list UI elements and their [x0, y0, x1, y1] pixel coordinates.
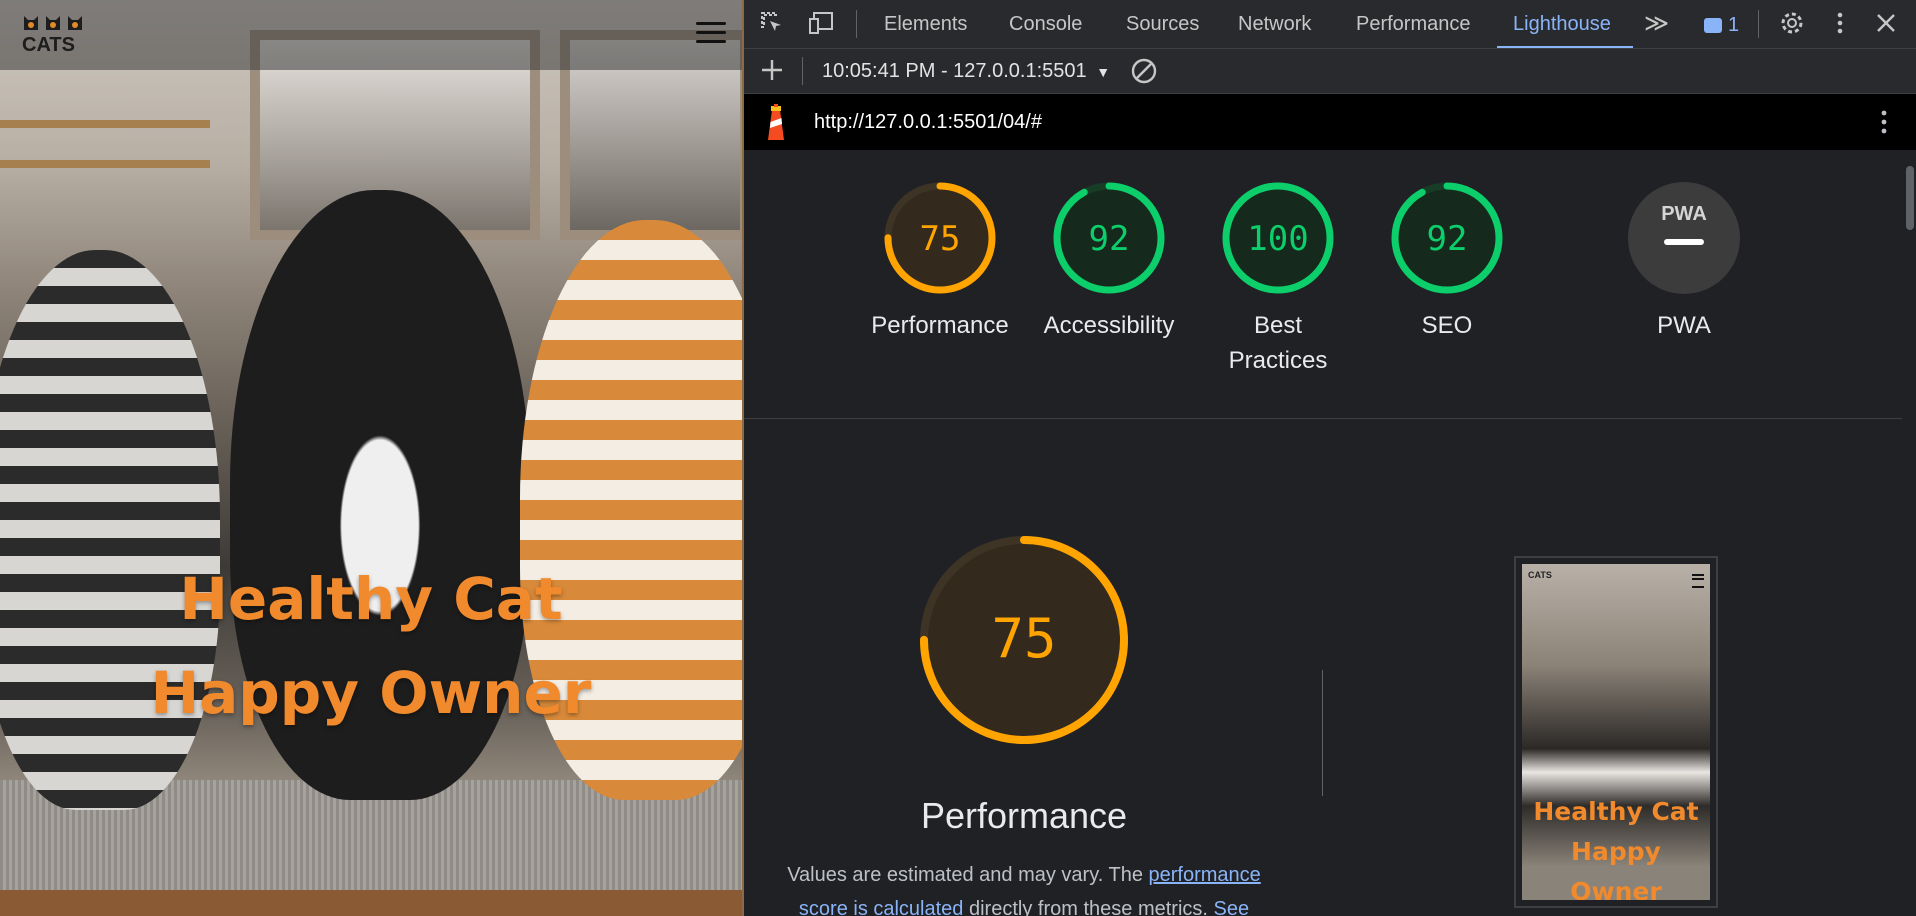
final-screenshot-thumbnail[interactable]: CATS Healthy Cat Happy Owner: [1514, 556, 1718, 908]
issues-counter[interactable]: 1: [1704, 12, 1739, 38]
score-ring: 75: [884, 182, 996, 294]
gauge-label: Accessibility: [1043, 312, 1175, 339]
tab-console[interactable]: Console: [1009, 0, 1082, 48]
close-devtools-icon[interactable]: [1872, 10, 1900, 38]
report-scrollbar[interactable]: [1902, 150, 1916, 916]
hero-line-2: Happy Owner: [150, 659, 592, 727]
gauge-label: Best Practices: [1228, 312, 1328, 374]
inspect-element-icon[interactable]: [758, 10, 786, 38]
lighthouse-logo-icon: [762, 104, 790, 147]
site-header: [0, 0, 742, 70]
thumbnail-image: CATS Healthy Cat Happy Owner: [1522, 564, 1710, 900]
hero-line-1: Healthy Cat: [179, 565, 563, 633]
description-text: directly from these metrics.: [963, 898, 1214, 916]
tab-lighthouse[interactable]: Lighthouse: [1497, 0, 1633, 48]
new-report-plus-icon[interactable]: [758, 57, 786, 85]
thumbnail-logo: CATS: [1528, 570, 1552, 580]
gauge-pwa[interactable]: PWA PWA: [1604, 180, 1764, 343]
score-value: 75: [991, 607, 1056, 670]
report-selector-value: 10:05:41 PM - 127.0.0.1:5501: [822, 60, 1087, 82]
score-ring: 92: [1391, 182, 1503, 294]
tab-performance[interactable]: Performance: [1356, 0, 1471, 48]
toolbar-separator: [1758, 10, 1759, 38]
gauge-seo[interactable]: 92 SEO: [1367, 180, 1527, 343]
hamburger-menu-icon[interactable]: [696, 22, 726, 46]
score-ring: 100: [1222, 182, 1334, 294]
report-selector[interactable]: 10:05:41 PM - 127.0.0.1:5501 ▼: [822, 49, 1110, 93]
report-url-bar: http://127.0.0.1:5501/04/#: [744, 94, 1916, 150]
site-logo-text: CATS: [22, 34, 75, 56]
clear-reports-icon[interactable]: [1130, 57, 1158, 85]
report-url[interactable]: http://127.0.0.1:5501/04/#: [814, 94, 1042, 150]
thumbnail-hamburger-icon: [1692, 574, 1704, 588]
message-icon: [1704, 18, 1722, 34]
gauge-accessibility[interactable]: 92 Accessibility: [1029, 180, 1189, 343]
thumbnail-hero-line-1: Healthy Cat: [1533, 797, 1699, 826]
site-logo[interactable]: CATS: [22, 10, 92, 58]
scrollbar-thumb[interactable]: [1906, 166, 1914, 230]
pwa-badge-icon: PWA: [1628, 182, 1740, 294]
more-tabs-icon[interactable]: ≫: [1644, 0, 1669, 48]
chevron-down-icon: ▼: [1096, 64, 1111, 80]
vertical-divider: [1322, 670, 1323, 796]
devtools-tabbar: Elements Console Sources Network Perform…: [744, 0, 1916, 49]
performance-section-title: Performance: [920, 795, 1128, 836]
background-shelf: [0, 160, 210, 168]
pwa-badge-text: PWA: [1661, 203, 1707, 225]
description-text: Values are estimated and may vary. The: [787, 864, 1149, 886]
tab-network[interactable]: Network: [1238, 0, 1311, 48]
issues-count: 1: [1728, 14, 1740, 36]
hero-heading: Healthy Cat Happy Owner: [0, 552, 742, 740]
score-value: 92: [1089, 219, 1130, 259]
gauge-best-practices[interactable]: 100 Best Practices: [1198, 180, 1358, 378]
floor: [0, 890, 742, 916]
devtools-panel: Elements Console Sources Network Perform…: [742, 0, 1916, 916]
score-value: 75: [920, 219, 961, 259]
score-value: 92: [1427, 219, 1468, 259]
see-link[interactable]: See: [1214, 898, 1250, 916]
background-shelf: [0, 120, 210, 128]
gauge-performance[interactable]: 75 Performance: [860, 180, 1020, 343]
tab-elements[interactable]: Elements: [884, 0, 967, 48]
performance-score-ring: 75: [920, 536, 1128, 744]
more-options-icon[interactable]: [1826, 10, 1854, 38]
thumbnail-hero-line-2: Happy Owner: [1570, 837, 1662, 900]
toolbar-separator: [802, 57, 803, 85]
lighthouse-toolbar: 10:05:41 PM - 127.0.0.1:5501 ▼: [744, 49, 1916, 94]
section-divider: [744, 418, 1902, 419]
tab-sources[interactable]: Sources: [1126, 0, 1199, 48]
score-ring: 92: [1053, 182, 1165, 294]
lighthouse-report: 75 Performance 92 Accessibility 100 Best Pract…: [744, 150, 1902, 916]
cat-heads-icon: [22, 10, 92, 36]
thumbnail-hero: Healthy Cat Happy Owner: [1522, 792, 1710, 900]
settings-gear-icon[interactable]: [1778, 10, 1806, 38]
device-toolbar-icon[interactable]: [808, 10, 836, 38]
toolbar-separator: [856, 10, 857, 38]
score-value: 100: [1247, 219, 1308, 259]
performance-description: Values are estimated and may vary. The p…: [764, 858, 1284, 916]
gauge-label: Performance: [871, 312, 1009, 339]
performance-main-gauge: 75 Performance: [914, 530, 1134, 837]
report-menu-icon[interactable]: [1874, 108, 1894, 141]
gauge-label: PWA: [1657, 312, 1711, 339]
website-viewport: CATS Healthy Cat Happy Owner: [0, 0, 742, 916]
gauge-label: SEO: [1421, 312, 1473, 339]
